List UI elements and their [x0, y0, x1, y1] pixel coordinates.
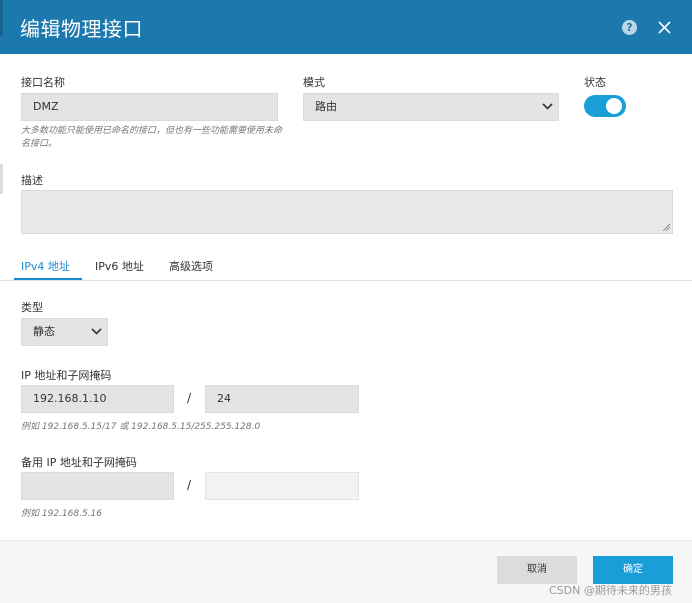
status-label: 状态 [584, 76, 606, 89]
standby-ip-label: 备用 IP 地址和子网掩码 [21, 456, 137, 469]
chevron-down-icon [542, 103, 553, 110]
type-select-value: 静态 [33, 325, 55, 338]
resize-handle-icon[interactable] [663, 224, 670, 231]
interface-name-hint: 大多数功能只能使用已命名的接口，但也有一些功能需要使用未命名接口。 [21, 126, 283, 149]
standby-ip-hint: 例如 192.168.5.16 [21, 509, 102, 519]
mode-select-value: 路由 [315, 100, 337, 113]
ip-address-input[interactable]: 192.168.1.10 [21, 385, 174, 413]
close-icon[interactable] [656, 19, 673, 36]
tab-ipv6[interactable]: IPv6 地址 [95, 258, 144, 274]
dialog-title: 编辑物理接口 [20, 17, 143, 41]
mode-select[interactable]: 路由 [303, 93, 559, 121]
dialog-header: 编辑物理接口 ? [0, 0, 692, 54]
help-icon[interactable]: ? [622, 20, 637, 35]
tab-advanced[interactable]: 高级选项 [169, 258, 213, 274]
ip-mask-label: IP 地址和子网掩码 [21, 369, 112, 382]
chevron-down-icon [91, 328, 102, 335]
toggle-knob [606, 98, 622, 114]
ok-button[interactable]: 确定 [593, 556, 673, 584]
type-select[interactable]: 静态 [21, 318, 108, 346]
standby-separator: / [187, 478, 192, 492]
ip-mask-separator: / [187, 391, 192, 405]
background-edge [0, 164, 3, 194]
interface-name-label: 接口名称 [21, 76, 65, 89]
watermark: CSDN @期待未来的男孩 [549, 584, 672, 597]
description-textarea[interactable] [21, 190, 673, 234]
status-toggle[interactable] [584, 95, 626, 117]
standby-mask-input[interactable] [205, 472, 359, 500]
type-label: 类型 [21, 301, 43, 314]
background-edge [0, 0, 3, 36]
subnet-mask-input[interactable]: 24 [205, 385, 359, 413]
tab-ipv4[interactable]: IPv4 地址 [21, 258, 70, 274]
ip-mask-hint: 例如 192.168.5.15/17 或 192.168.5.15/255.25… [21, 422, 261, 432]
mode-label: 模式 [303, 76, 325, 89]
description-label: 描述 [21, 174, 43, 187]
interface-name-input[interactable]: DMZ [21, 93, 278, 121]
cancel-button[interactable]: 取消 [497, 556, 577, 584]
standby-ip-input[interactable] [21, 472, 174, 500]
tab-divider [0, 280, 692, 281]
